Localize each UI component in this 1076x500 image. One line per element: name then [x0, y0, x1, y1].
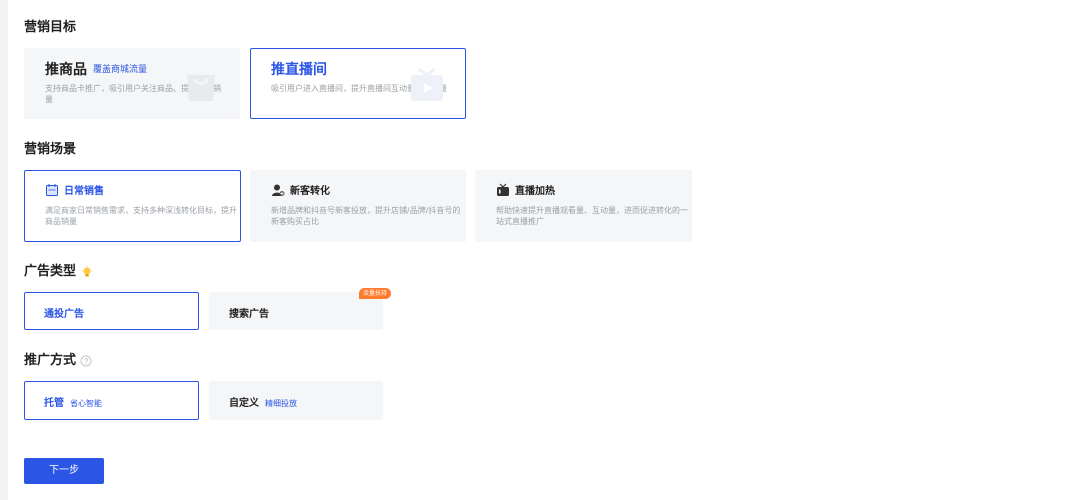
- scene-new-customer-label: 新客转化: [290, 186, 330, 197]
- goal-live-room-label: 推直播间: [271, 62, 327, 78]
- marketing-goal-title: 营销目标: [24, 20, 77, 35]
- traffic-support-badge: 流量扶持: [358, 288, 391, 299]
- goal-card-live-room[interactable]: 推直播间 吸引用户进入直播间，提升直播间互动量和成交量: [250, 48, 466, 119]
- promo-custom-label: 自定义: [229, 398, 259, 409]
- scene-live-boost-label: 直播加热: [515, 186, 555, 197]
- scene-new-customer-heading: 新客转化: [271, 182, 330, 197]
- goal-product-tag: 覆盖商城流量: [93, 65, 148, 75]
- promo-method-title: 推广方式: [24, 353, 77, 368]
- promo-managed-sub: 省心智能: [70, 399, 102, 408]
- promo-method-custom[interactable]: 自定义 精细投放: [209, 381, 383, 420]
- next-step-button[interactable]: 下一步: [24, 458, 104, 484]
- promo-custom-heading: 自定义 精细投放: [229, 394, 297, 409]
- scene-daily-sales-heading: 日常销售: [45, 182, 104, 197]
- goal-card-product[interactable]: 推商品 覆盖商城流量 支持商品卡推广，吸引用户关注商品、提升商品销量: [24, 48, 240, 119]
- scene-card-live-boost[interactable]: 直播加热 帮助快速提升直播观看量、互动量，进而促进转化的一站式直播推广: [475, 170, 692, 242]
- scene-live-boost-desc: 帮助快速提升直播观看量、互动量，进而促进转化的一站式直播推广: [496, 206, 688, 226]
- goal-card-product-title: 推商品 覆盖商城流量: [45, 59, 147, 79]
- campaign-setup-page: 营销目标 推商品 覆盖商城流量 支持商品卡推广，吸引用户关注商品、提升商品销量 推…: [0, 0, 1076, 500]
- ad-type-search[interactable]: 搜索广告 流量扶持: [209, 288, 391, 330]
- help-icon[interactable]: [80, 355, 92, 367]
- user-add-icon: [272, 184, 285, 196]
- scene-new-customer-desc: 新增品牌和抖音号新客投放，提升店铺/品牌/抖音号的新客购买占比: [271, 206, 461, 226]
- shopping-bag-icon: [187, 75, 215, 101]
- promo-custom-sub: 精细投放: [265, 399, 297, 408]
- ad-type-title: 广告类型: [24, 264, 77, 279]
- promo-method-managed[interactable]: 托管 省心智能: [24, 381, 199, 420]
- ad-type-general[interactable]: 通投广告: [24, 292, 199, 330]
- promo-method-heading: 推广方式: [24, 353, 92, 369]
- scene-live-boost-heading: 直播加热: [496, 182, 555, 197]
- scene-daily-sales-label: 日常销售: [64, 186, 104, 197]
- live-tv-icon: [497, 183, 509, 196]
- promo-managed-label: 托管: [44, 398, 64, 409]
- lightbulb-icon[interactable]: [80, 265, 94, 279]
- ad-type-general-label: 通投广告: [44, 309, 84, 320]
- left-edge-divider: [0, 0, 8, 500]
- ad-type-heading: 广告类型: [24, 264, 94, 280]
- promo-managed-heading: 托管 省心智能: [44, 394, 102, 409]
- live-tv-watermark-icon: [411, 67, 443, 101]
- scene-card-daily-sales[interactable]: 日常销售 满足商家日常销售需求，支持多种深浅转化目标，提升商品销量: [24, 170, 241, 242]
- marketing-scene-title: 营销场景: [24, 142, 77, 157]
- scene-card-new-customer[interactable]: 新客转化 新增品牌和抖音号新客投放，提升店铺/品牌/抖音号的新客购买占比: [250, 170, 466, 242]
- calendar-icon: [46, 183, 58, 196]
- ad-type-search-label: 搜索广告: [229, 309, 269, 320]
- goal-product-label: 推商品: [45, 62, 87, 78]
- scene-daily-sales-desc: 满足商家日常销售需求，支持多种深浅转化目标，提升商品销量: [45, 206, 237, 226]
